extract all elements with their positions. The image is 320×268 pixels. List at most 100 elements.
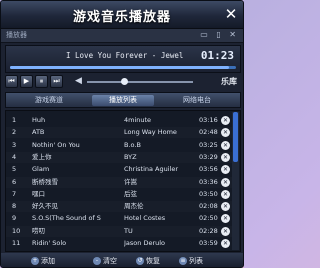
playlist-row[interactable]: 11 Ridin' Solo Jason Derulo 03:59 ✕ <box>6 238 232 249</box>
track-duration: 02:48 <box>199 128 218 137</box>
track-number: 8 <box>12 202 17 211</box>
sub-bar: 播放器 ▭ ▯ ✕ <box>1 29 243 43</box>
remove-track-icon[interactable]: ✕ <box>221 189 230 199</box>
track-title: S.O.S(The Sound of S <box>32 214 101 223</box>
scrollbar-thumb[interactable] <box>233 112 238 162</box>
playlist-row[interactable]: 2 ATB Long Way Home 02:48 ✕ <box>6 127 232 138</box>
playlist-row[interactable]: 4 爱上你 BYZ 03:29 ✕ <box>6 152 232 163</box>
track-number: 11 <box>12 239 21 247</box>
playlist-row[interactable]: 3 Nothin' On You B.o.B 03:25 ✕ <box>6 140 232 151</box>
playlist-row[interactable]: 7 嘿口 后弦 03:50 ✕ <box>6 189 232 200</box>
track-title: 爱上你 <box>32 152 52 161</box>
clear-label: 清空 <box>103 257 117 265</box>
sub-bar-label: 播放器 <box>6 31 27 39</box>
remove-track-icon[interactable]: ✕ <box>221 152 230 162</box>
track-artist: BYZ <box>124 152 137 161</box>
playlist-scrollbar[interactable] <box>232 112 239 250</box>
playlist-row[interactable]: 9 S.O.S(The Sound of S Hotel Costes 02:50 ✕ <box>6 213 232 224</box>
track-duration: 03:50 <box>199 189 218 198</box>
track-title: 好久不见 <box>32 202 58 211</box>
remove-track-icon[interactable]: ✕ <box>221 140 230 150</box>
next-button[interactable]: ⏭ <box>50 75 63 88</box>
track-number: 9 <box>12 214 17 223</box>
track-number: 2 <box>12 128 17 137</box>
track-duration: 02:28 <box>199 226 218 235</box>
now-playing-display: I Love You Forever - Jewel 01:23 <box>5 45 241 73</box>
playlist-row[interactable]: 8 好久不见 周杰伦 02:08 ✕ <box>6 201 232 212</box>
track-duration: 03:25 <box>199 140 218 149</box>
pause-button[interactable]: ⏸ <box>35 75 48 88</box>
track-artist: Jason Derulo <box>124 239 166 247</box>
clear-button[interactable]: - 清空 <box>93 256 117 266</box>
track-artist: Hotel Costes <box>124 214 166 223</box>
remove-track-icon[interactable]: ✕ <box>221 128 230 138</box>
track-number: 6 <box>12 177 17 186</box>
clear-icon: - <box>93 257 101 265</box>
play-button[interactable]: ▶ <box>20 75 33 88</box>
remove-track-icon[interactable]: ✕ <box>221 177 230 187</box>
previous-button[interactable]: ⏮ <box>5 75 18 88</box>
tab-bar: 游戏赛道 播放列表 网络电台 <box>5 92 241 108</box>
add-button[interactable]: + 添加 <box>31 256 55 266</box>
track-title: Nothin' On You <box>32 140 80 149</box>
volume-knob[interactable] <box>120 78 128 85</box>
track-artist: 周杰伦 <box>124 202 144 211</box>
track-duration: 02:50 <box>199 214 218 223</box>
track-title: ATB <box>32 128 45 137</box>
volume-icon: ◀ <box>75 76 82 86</box>
track-artist: 许嵩 <box>124 177 137 186</box>
track-number: 7 <box>12 189 17 198</box>
track-number: 10 <box>12 226 21 235</box>
track-number: 5 <box>12 165 17 174</box>
track-title: Ridin' Solo <box>32 239 67 247</box>
track-title: Glam <box>32 165 50 174</box>
track-title: 嘿口 <box>32 189 45 198</box>
list-button[interactable]: ≡ 列表 <box>179 256 203 266</box>
track-duration: 03:16 <box>199 116 218 124</box>
track-title: Huh <box>32 116 46 124</box>
playlist-row[interactable]: 1 Huh 4minute 03:16 ✕ <box>6 115 232 126</box>
close-button[interactable]: ✕ <box>223 7 239 23</box>
track-number: 1 <box>12 116 17 124</box>
now-playing-text: I Love You Forever - Jewel <box>66 51 184 60</box>
title-bar: 游戏音乐播放器 ✕ <box>1 1 243 29</box>
remove-track-icon[interactable]: ✕ <box>221 214 230 224</box>
track-duration: 03:36 <box>199 177 218 186</box>
remove-track-icon[interactable]: ✕ <box>221 226 230 236</box>
elapsed-time: 01:23 <box>200 49 234 62</box>
list-icon: ≡ <box>179 257 187 265</box>
add-icon: + <box>31 257 39 265</box>
track-number: 3 <box>12 140 17 149</box>
window-controls-icon[interactable]: ▭ ▯ ✕ <box>200 30 239 39</box>
remove-track-icon[interactable]: ✕ <box>221 165 230 175</box>
track-artist: Long Way Home <box>124 128 177 137</box>
volume-slider[interactable] <box>87 78 193 85</box>
playlist-row[interactable]: 6 断桥残雪 许嵩 03:36 ✕ <box>6 177 232 188</box>
restore-icon: ↺ <box>136 257 144 265</box>
track-duration: 03:29 <box>199 152 218 161</box>
seek-bar[interactable] <box>10 66 236 69</box>
library-button[interactable]: 乐库 <box>221 76 237 87</box>
track-artist: TU <box>124 226 133 235</box>
bottom-toolbar: + 添加 - 清空 ↺ 恢复 ≡ 列表 <box>1 253 243 267</box>
remove-track-icon[interactable]: ✕ <box>221 116 230 125</box>
restore-button[interactable]: ↺ 恢复 <box>136 256 160 266</box>
remove-track-icon[interactable]: ✕ <box>221 239 230 248</box>
tab-playlist[interactable]: 播放列表 <box>92 95 154 106</box>
remove-track-icon[interactable]: ✕ <box>221 202 230 212</box>
app-title: 游戏音乐播放器 <box>72 10 171 25</box>
playlist: 1 Huh 4minute 03:16 ✕ 2 ATB Long Way Home 02:48 ✕… <box>5 110 241 252</box>
playlist-row[interactable]: 10 唠叨 TU 02:28 ✕ <box>6 226 232 237</box>
add-label: 添加 <box>41 257 55 265</box>
track-artist: 后弦 <box>124 189 137 198</box>
seek-progress <box>10 66 230 69</box>
tab-web-radio[interactable]: 网络电台 <box>166 95 228 106</box>
track-artist: Christina Aguiler <box>124 165 179 174</box>
tab-game-track[interactable]: 游戏赛道 <box>18 95 80 106</box>
playlist-row[interactable]: 5 Glam Christina Aguiler 03:56 ✕ <box>6 164 232 175</box>
track-artist: B.o.B <box>124 140 141 149</box>
track-title: 断桥残雪 <box>32 177 58 186</box>
track-number: 4 <box>12 152 17 161</box>
restore-label: 恢复 <box>146 257 160 265</box>
track-title: 唠叨 <box>32 226 45 235</box>
